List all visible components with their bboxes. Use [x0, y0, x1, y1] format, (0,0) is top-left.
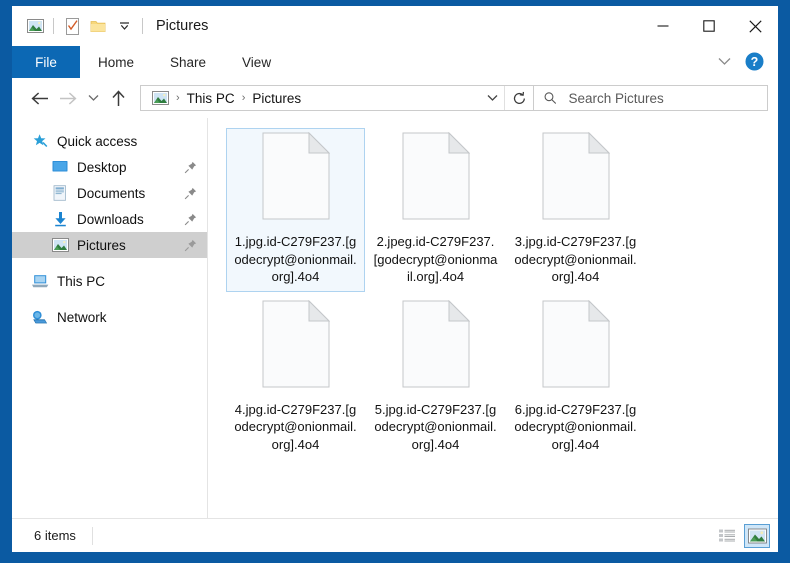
- file-name: 2.jpeg.id-C279F237.[godecrypt@onionmail.…: [373, 234, 498, 284]
- ribbon-right-controls: ?: [710, 46, 778, 77]
- tab-view[interactable]: View: [224, 46, 289, 78]
- blank-document-icon: [402, 131, 470, 225]
- star-pin-icon: [30, 131, 50, 151]
- sidebar-item-desktop[interactable]: Desktop: [12, 154, 207, 180]
- explorer-window: Pictures File Home Share View ? › This P…: [12, 6, 778, 552]
- sidebar-item-label: Pictures: [77, 237, 126, 253]
- file-item[interactable]: 6.jpg.id-C279F237.[godecrypt@onionmail.o…: [506, 296, 645, 460]
- file-name: 5.jpg.id-C279F237.[godecrypt@onionmail.o…: [374, 401, 497, 452]
- blank-document-icon: [542, 131, 610, 225]
- sidebar-item-label: Downloads: [77, 211, 144, 227]
- main-body: risk.com Quick access: [12, 118, 778, 552]
- pin-icon[interactable]: [184, 161, 197, 174]
- file-item[interactable]: 3.jpg.id-C279F237.[godecrypt@onionmail.o…: [506, 128, 645, 292]
- back-button[interactable]: [26, 84, 54, 112]
- sidebar-item-label: Documents: [77, 185, 146, 201]
- address-bar[interactable]: › This PC › Pictures: [140, 85, 534, 111]
- close-button[interactable]: [732, 6, 778, 46]
- expand-ribbon-chevron-icon[interactable]: [710, 48, 738, 76]
- refresh-icon[interactable]: [505, 86, 533, 110]
- file-name: 4.jpg.id-C279F237.[godecrypt@onionmail.o…: [234, 401, 357, 452]
- breadcrumb-separator-2[interactable]: ›: [240, 92, 248, 104]
- documents-icon: [50, 183, 70, 203]
- pin-icon[interactable]: [184, 213, 197, 226]
- pictures-icon[interactable]: [22, 13, 48, 39]
- status-divider: [91, 526, 93, 545]
- svg-text:?: ?: [750, 55, 758, 69]
- breadcrumb-separator-1[interactable]: ›: [174, 92, 182, 104]
- blank-document-icon: [262, 131, 330, 225]
- pin-icon[interactable]: [184, 187, 197, 200]
- qat-divider-2: [142, 18, 143, 34]
- file-item[interactable]: 5.jpg.id-C279F237.[godecrypt@onionmail.o…: [366, 296, 505, 460]
- sidebar-item-downloads[interactable]: Downloads: [12, 206, 207, 232]
- sidebar-item-label: Desktop: [77, 159, 127, 175]
- breadcrumb-item-this-pc[interactable]: This PC: [183, 89, 239, 108]
- navigation-pane: Quick access Desktop Documents Downloads…: [12, 118, 208, 518]
- details-view-button[interactable]: [714, 524, 740, 548]
- view-mode-buttons: [714, 523, 770, 548]
- file-list-view[interactable]: 1.jpg.id-C279F237.[godecrypt@onionmail.o…: [208, 118, 778, 518]
- file-item[interactable]: 2.jpeg.id-C279F237.[godecrypt@onionmail.…: [366, 128, 505, 292]
- sidebar-item-label: This PC: [57, 273, 106, 289]
- status-bar: 6 items: [12, 518, 778, 552]
- window-title: Pictures: [156, 18, 209, 34]
- address-dropdown-chevron-icon[interactable]: [480, 86, 504, 110]
- file-item[interactable]: 1.jpg.id-C279F237.[godecrypt@onionmail.o…: [226, 128, 365, 292]
- item-count-label: 6 items: [34, 528, 76, 543]
- sidebar-item-network[interactable]: Network: [12, 304, 207, 330]
- sidebar-item-label: Quick access: [57, 133, 138, 149]
- tab-home[interactable]: Home: [80, 46, 152, 78]
- sidebar-item-this-pc[interactable]: This PC: [12, 268, 207, 294]
- this-pc-icon: [30, 271, 50, 291]
- quick-access-toolbar: Pictures: [12, 13, 208, 39]
- up-button[interactable]: [104, 84, 132, 112]
- maximize-button[interactable]: [686, 6, 732, 46]
- search-box[interactable]: [534, 85, 768, 111]
- qat-divider-1: [53, 18, 54, 34]
- help-button[interactable]: ?: [740, 48, 768, 76]
- pictures-icon: [50, 235, 70, 255]
- large-icons-view-button[interactable]: [744, 523, 770, 548]
- properties-icon[interactable]: [59, 13, 85, 39]
- recent-locations-chevron-icon[interactable]: [82, 84, 104, 112]
- downloads-icon: [50, 209, 70, 229]
- file-name: 1.jpg.id-C279F237.[godecrypt@onionmail.o…: [234, 234, 357, 284]
- sidebar-item-quick-access[interactable]: Quick access: [12, 128, 207, 154]
- desktop-icon: [50, 157, 70, 177]
- file-name: 3.jpg.id-C279F237.[godecrypt@onionmail.o…: [514, 234, 637, 284]
- network-icon: [30, 307, 50, 327]
- sidebar-item-pictures[interactable]: Pictures: [12, 232, 207, 258]
- new-folder-icon[interactable]: [85, 13, 111, 39]
- file-grid: 1.jpg.id-C279F237.[godecrypt@onionmail.o…: [208, 126, 778, 463]
- chevron-down-icon[interactable]: [111, 13, 137, 39]
- sidebar-item-documents[interactable]: Documents: [12, 180, 207, 206]
- file-item[interactable]: 4.jpg.id-C279F237.[godecrypt@onionmail.o…: [226, 296, 365, 460]
- breadcrumb: › This PC › Pictures: [141, 85, 480, 111]
- blank-document-icon: [542, 299, 610, 393]
- file-name: 6.jpg.id-C279F237.[godecrypt@onionmail.o…: [514, 401, 637, 452]
- breadcrumb-pictures-icon[interactable]: [147, 85, 173, 111]
- minimize-button[interactable]: [640, 6, 686, 46]
- title-bar: Pictures: [12, 6, 778, 46]
- search-input[interactable]: [568, 90, 767, 106]
- sidebar-item-label: Network: [57, 309, 107, 325]
- blank-document-icon: [402, 299, 470, 393]
- tab-share[interactable]: Share: [152, 46, 224, 78]
- tab-file[interactable]: File: [12, 46, 80, 78]
- breadcrumb-item-pictures[interactable]: Pictures: [248, 89, 305, 108]
- blank-document-icon: [262, 299, 330, 393]
- forward-button[interactable]: [54, 84, 82, 112]
- ribbon-tabs: File Home Share View ?: [12, 46, 778, 78]
- search-icon: [544, 92, 557, 104]
- pin-icon[interactable]: [184, 239, 197, 252]
- window-controls: [640, 6, 778, 46]
- address-bar-row: › This PC › Pictures: [12, 78, 778, 118]
